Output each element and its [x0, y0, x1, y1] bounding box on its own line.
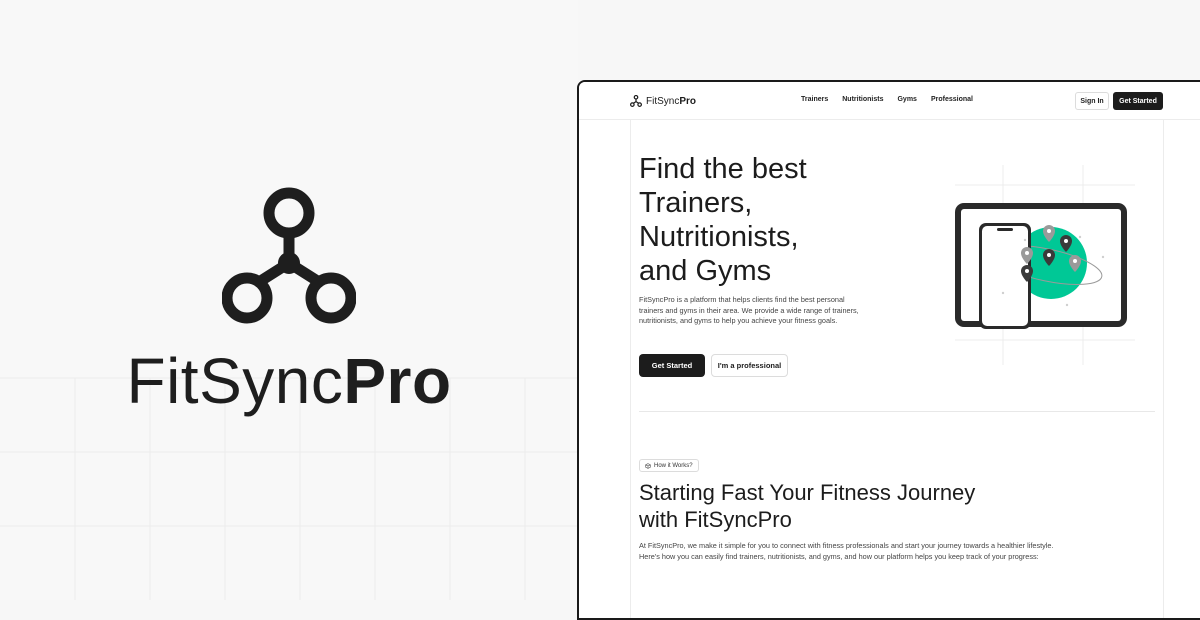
- three-node-link-icon: [630, 95, 642, 107]
- professional-button[interactable]: I'm a professional: [711, 354, 788, 377]
- nav-item-gyms[interactable]: Gyms: [897, 96, 916, 103]
- brand-name: FitSyncPro: [0, 343, 578, 419]
- section-title-line: with FitSyncPro: [639, 507, 792, 532]
- how-it-works-badge: How it Works?: [639, 459, 699, 472]
- how-it-works-badge-label: How it Works?: [654, 462, 693, 469]
- site-logo-bold: Pro: [679, 95, 697, 107]
- site-header: FitSyncPro Trainers Nutritionists Gyms P…: [579, 82, 1200, 120]
- hero-title-line: Trainers,: [639, 187, 753, 219]
- site-logo-text: FitSyncPro: [646, 96, 696, 107]
- hero-title-line: Find the best: [639, 153, 807, 185]
- nav-item-trainers[interactable]: Trainers: [801, 96, 828, 103]
- nav-item-professional[interactable]: Professional: [931, 96, 973, 103]
- hero-title-line: and Gyms: [639, 255, 772, 287]
- site-logo[interactable]: FitSyncPro: [630, 95, 696, 107]
- site-logo-light: FitSync: [646, 95, 680, 107]
- hero-title: Find the best Trainers, Nutritionists, a…: [639, 152, 899, 288]
- cube-icon: [645, 462, 651, 469]
- section-title-line: Starting Fast Your Fitness Journey: [639, 480, 976, 505]
- brand-name-light: FitSync: [126, 345, 344, 417]
- hero-title-line: Nutritionists,: [639, 221, 799, 253]
- devices-map-pins-icon: [955, 165, 1135, 365]
- how-it-works-title: Starting Fast Your Fitness Journey with …: [639, 479, 1059, 533]
- website-preview: FitSyncPro Trainers Nutritionists Gyms P…: [577, 80, 1200, 620]
- brand-panel: FitSyncPro: [0, 0, 578, 600]
- three-node-link-icon: [222, 187, 356, 324]
- sign-in-button[interactable]: Sign In: [1075, 92, 1109, 110]
- main-nav: Trainers Nutritionists Gyms Professional: [801, 96, 973, 103]
- hero-get-started-button[interactable]: Get Started: [639, 354, 705, 377]
- nav-item-nutritionists[interactable]: Nutritionists: [842, 96, 883, 103]
- how-it-works-description: At FitSyncPro, we make it simple for you…: [639, 541, 1054, 561]
- section-divider: [639, 411, 1155, 412]
- brand-name-bold: Pro: [343, 345, 452, 417]
- hero-description: FitSyncPro is a platform that helps clie…: [639, 295, 859, 325]
- header-get-started-button[interactable]: Get Started: [1113, 92, 1163, 110]
